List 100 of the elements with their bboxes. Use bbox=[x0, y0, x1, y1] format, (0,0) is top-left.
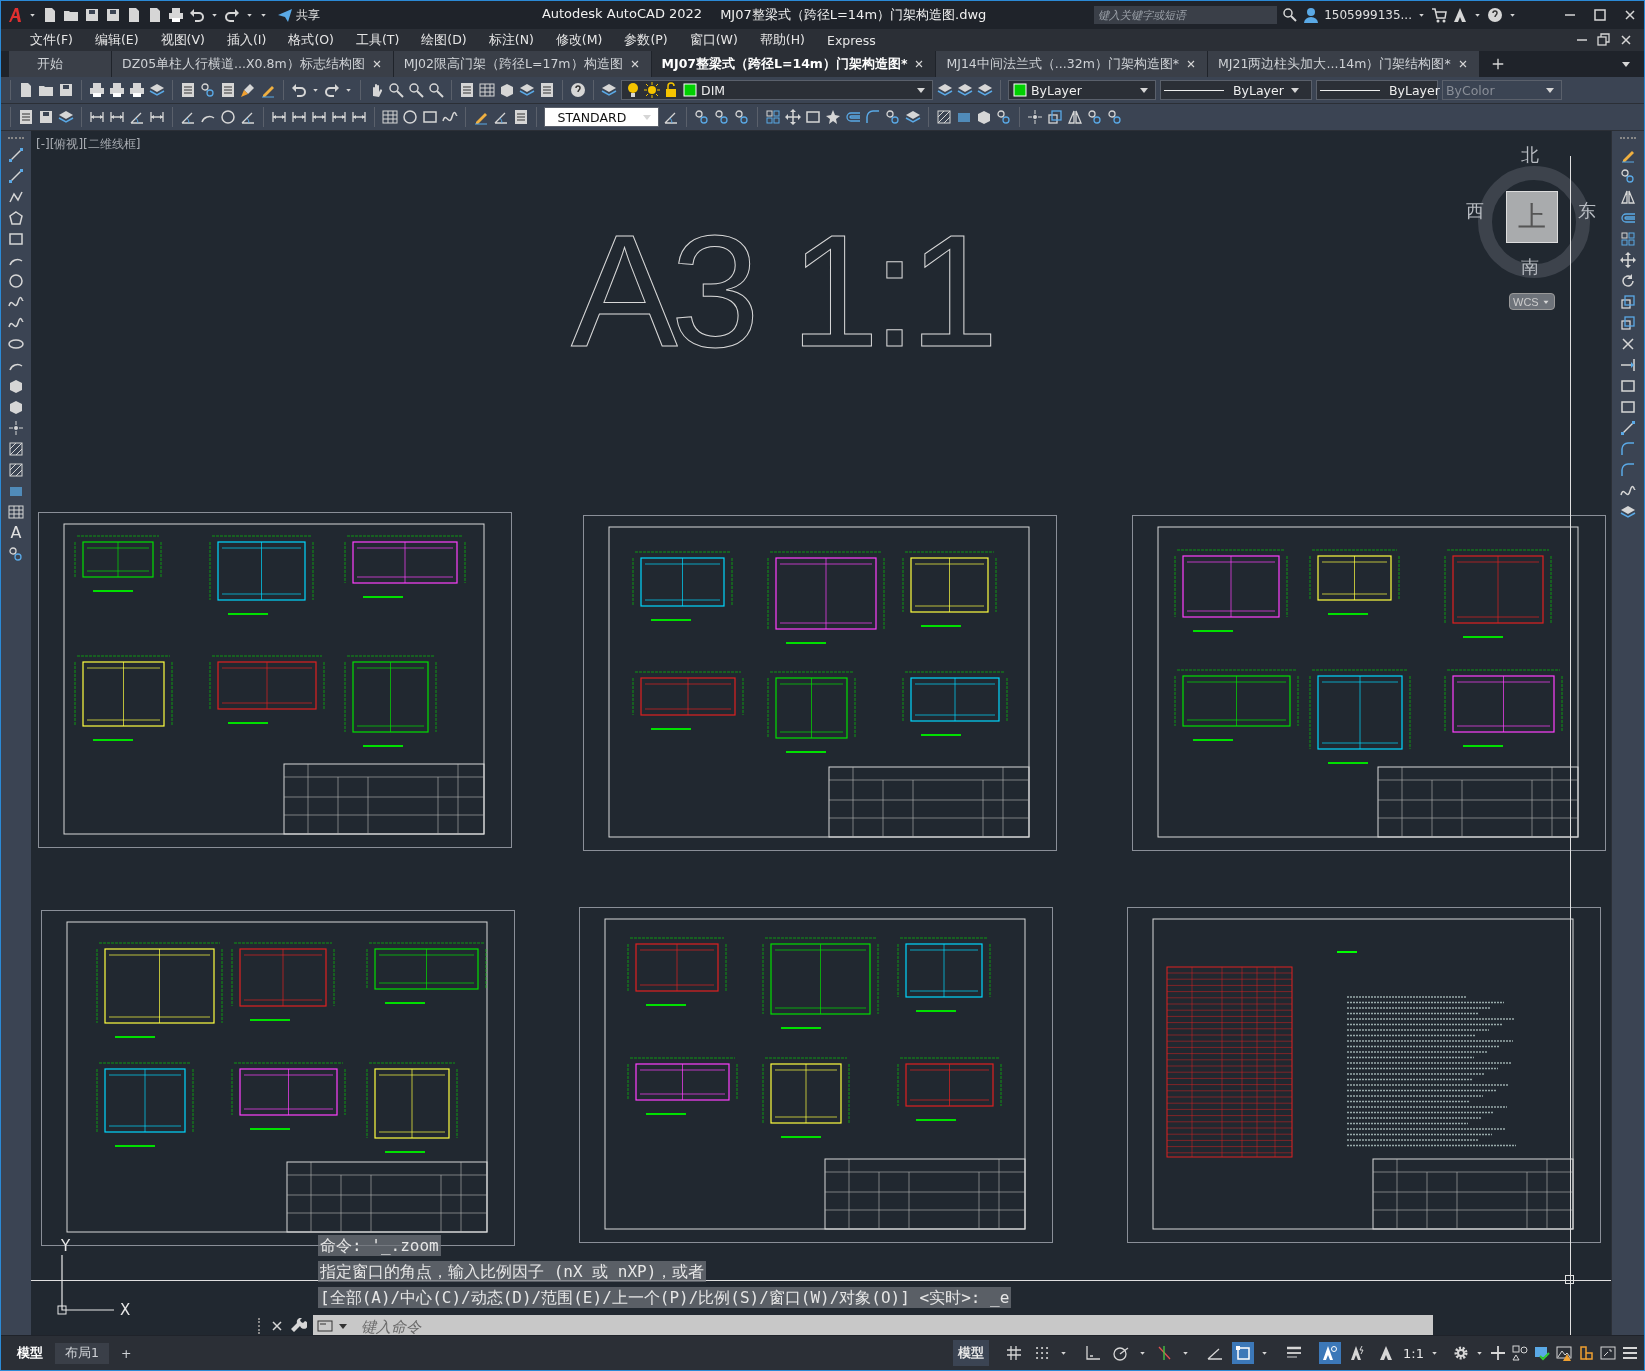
copy-icon[interactable] bbox=[1087, 109, 1103, 125]
block-icon[interactable] bbox=[8, 378, 24, 394]
document-tab[interactable]: MJ07整梁式（跨径L=14m）门架构造图* bbox=[651, 51, 937, 77]
hatch-icon[interactable] bbox=[8, 441, 24, 457]
menu-icon[interactable] bbox=[1622, 1345, 1638, 1361]
menu-item[interactable]: 绘图(D) bbox=[410, 31, 478, 49]
new-file-icon[interactable] bbox=[42, 7, 58, 23]
object-snap-icon[interactable] bbox=[1232, 1342, 1255, 1364]
dimension-icon[interactable] bbox=[149, 109, 165, 125]
offset-icon[interactable] bbox=[1620, 210, 1636, 226]
layers-icon[interactable] bbox=[519, 82, 535, 98]
properties-icon[interactable] bbox=[459, 82, 475, 98]
zoom-icon[interactable] bbox=[408, 82, 424, 98]
menu-item[interactable]: 窗口(W) bbox=[678, 31, 749, 49]
wrench-icon[interactable] bbox=[291, 1318, 307, 1334]
scale-icon[interactable] bbox=[1047, 109, 1063, 125]
user-icon[interactable] bbox=[1303, 7, 1320, 23]
dimension-style-dropdown[interactable]: STANDARD bbox=[544, 107, 659, 127]
fillet-icon[interactable] bbox=[865, 109, 881, 125]
dimension-icon[interactable] bbox=[331, 109, 347, 125]
compass-label[interactable]: 北 bbox=[1521, 143, 1539, 167]
maximize-icon[interactable] bbox=[1592, 7, 1608, 23]
document-tab[interactable]: DZ05单柱人行横道...X0.8m）标志结构图 bbox=[112, 51, 394, 77]
dimension-icon[interactable] bbox=[89, 109, 105, 125]
printer-icon[interactable] bbox=[89, 82, 105, 98]
compass-label[interactable]: 东 bbox=[1578, 199, 1596, 223]
layer-dropdown[interactable]: DIM bbox=[621, 80, 933, 100]
copy-icon[interactable] bbox=[885, 109, 901, 125]
scale-icon[interactable] bbox=[1620, 315, 1636, 331]
layers-icon[interactable] bbox=[977, 82, 993, 98]
rectangle-icon[interactable] bbox=[8, 231, 24, 247]
line-icon[interactable] bbox=[1620, 420, 1636, 436]
scale-icon[interactable] bbox=[1620, 294, 1636, 310]
copy-icon[interactable] bbox=[714, 109, 730, 125]
array-icon[interactable] bbox=[1620, 231, 1636, 247]
user-name[interactable]: 1505999135... bbox=[1324, 8, 1412, 22]
search-field[interactable]: 键入关键字或短语 bbox=[1094, 6, 1278, 24]
offset-icon[interactable] bbox=[845, 109, 861, 125]
fillet-icon[interactable] bbox=[1620, 462, 1636, 478]
hardware-acceleration-icon[interactable] bbox=[1534, 1345, 1550, 1361]
block-icon[interactable] bbox=[499, 82, 515, 98]
layout-tab[interactable]: 布局1 bbox=[55, 1342, 109, 1364]
document-tab[interactable]: MJ21两边柱头加大...14m）门架结构图* bbox=[1208, 51, 1480, 77]
shapes-icon[interactable] bbox=[1512, 1345, 1528, 1361]
color-dropdown[interactable]: ByLayer bbox=[1008, 80, 1156, 100]
undo-icon[interactable] bbox=[291, 82, 307, 98]
compass-label[interactable]: 西 bbox=[1466, 199, 1484, 223]
new-file-icon[interactable] bbox=[147, 7, 163, 23]
save-icon[interactable] bbox=[84, 7, 100, 23]
model-space-button[interactable]: 模型 bbox=[953, 1340, 990, 1366]
menu-item[interactable]: 编辑(E) bbox=[83, 31, 150, 49]
rectangle-icon[interactable] bbox=[422, 109, 438, 125]
share-button[interactable]: 共享 bbox=[273, 6, 324, 24]
menu-item[interactable]: 工具(T) bbox=[344, 31, 411, 49]
zoom-icon[interactable] bbox=[388, 82, 404, 98]
properties-icon[interactable] bbox=[180, 82, 196, 98]
menu-item[interactable]: 文件(F) bbox=[19, 31, 84, 49]
hatch-icon[interactable] bbox=[8, 462, 24, 478]
new-file-icon[interactable] bbox=[18, 82, 34, 98]
viewport-controls-label[interactable]: [-][俯视][二维线框] bbox=[36, 136, 141, 153]
new-layout-button[interactable]: + bbox=[110, 1343, 142, 1363]
layers-icon[interactable] bbox=[58, 109, 74, 125]
circle-icon[interactable] bbox=[8, 273, 24, 289]
save-icon[interactable] bbox=[58, 82, 74, 98]
layers-icon[interactable] bbox=[937, 82, 953, 98]
properties-icon[interactable] bbox=[539, 82, 555, 98]
undo-icon[interactable] bbox=[189, 7, 205, 23]
printer-icon[interactable] bbox=[168, 7, 184, 23]
menu-item[interactable]: 格式(O) bbox=[277, 31, 345, 49]
document-tab[interactable]: MJ02限高门架（跨径L=17m）构造图 bbox=[393, 51, 652, 77]
circle-icon[interactable] bbox=[220, 109, 236, 125]
menu-item[interactable]: 修改(M) bbox=[544, 31, 614, 49]
menu-item[interactable]: 参数(P) bbox=[613, 31, 679, 49]
compass-label[interactable]: 南 bbox=[1521, 255, 1539, 279]
search-icon[interactable] bbox=[1282, 7, 1299, 23]
layers-icon[interactable] bbox=[1620, 504, 1636, 520]
dimension-icon[interactable] bbox=[109, 109, 125, 125]
dimension-icon[interactable] bbox=[271, 109, 287, 125]
dimension-icon[interactable] bbox=[351, 109, 367, 125]
trim-icon[interactable] bbox=[1620, 336, 1636, 352]
save-icon[interactable] bbox=[105, 7, 121, 23]
restore-icon[interactable] bbox=[1596, 32, 1612, 48]
layers-icon[interactable] bbox=[601, 82, 617, 98]
extend-icon[interactable] bbox=[1620, 357, 1636, 373]
line-icon[interactable] bbox=[8, 168, 24, 184]
rotate-icon[interactable] bbox=[1620, 273, 1636, 289]
move-icon[interactable] bbox=[785, 109, 801, 125]
point-icon[interactable] bbox=[1027, 109, 1043, 125]
table-icon[interactable] bbox=[479, 82, 495, 98]
app-logo-icon[interactable] bbox=[7, 7, 23, 23]
rectangle-icon[interactable] bbox=[805, 109, 821, 125]
copy-icon[interactable] bbox=[1620, 168, 1636, 184]
dimension-icon[interactable] bbox=[291, 109, 307, 125]
table-icon[interactable] bbox=[8, 504, 24, 520]
plus-icon[interactable] bbox=[1490, 1345, 1506, 1361]
redo-icon[interactable] bbox=[224, 7, 240, 23]
model-space-canvas[interactable]: [-][俯视][二维线框] A3 1:1 北 东 南 西 上 WCS Y X 命令: '_.zoom 指定窗口的角点，输入比例因子 (nX 或 nXP)，或者 [全部(A)/中心(C)/动态(D)/范围(E)/上一个(P)/比例(S)/窗口(W)/对象(O)] <实时>: _e 键入命令 bbox=[31, 131, 1611, 1335]
document-tab[interactable]: 开始 bbox=[9, 51, 112, 77]
properties-icon[interactable] bbox=[513, 109, 529, 125]
move-icon[interactable] bbox=[1620, 252, 1636, 268]
